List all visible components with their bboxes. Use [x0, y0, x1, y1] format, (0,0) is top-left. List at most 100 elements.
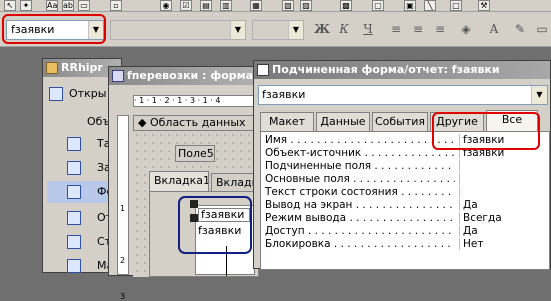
pointer-icon[interactable]: ↖	[4, 0, 16, 11]
macro-icon	[67, 259, 81, 273]
size-combo[interactable]: ▼	[252, 20, 304, 40]
form-window-title: fперевозки : форма	[127, 69, 254, 82]
ruler-mark: 3	[120, 292, 126, 301]
database-icon	[46, 62, 58, 74]
align-left-icon[interactable]: ≡	[386, 18, 406, 40]
toggle-tool-icon[interactable]: ▫	[110, 0, 122, 11]
property-name: Доступ	[265, 225, 455, 237]
form-icon	[67, 185, 81, 199]
italic-button[interactable]: К	[334, 18, 354, 40]
property-row[interactable]: Текст строки состояния	[261, 186, 549, 198]
tab-control-tool-icon[interactable]: ▢	[372, 0, 384, 11]
property-name: Имя	[265, 134, 455, 146]
property-sheet-icon	[257, 64, 269, 76]
border-icon[interactable]: ▭	[532, 18, 551, 40]
line-tool-icon[interactable]: ╲	[424, 0, 436, 11]
form-window-titlebar[interactable]: fперевозки : форма	[109, 67, 257, 85]
font-color-icon[interactable]: A	[484, 18, 504, 40]
textbox-tool-icon[interactable]: ab	[62, 0, 74, 11]
page-break-tool-icon[interactable]: ▩	[340, 0, 352, 11]
formatting-toolbar: fзаявки ▼ ▼ ▼ Ж К Ч ≡ ≡ ≡ ◈ A ✎ ▭	[0, 12, 551, 47]
ruler-mark: 1	[120, 204, 126, 213]
subform-control[interactable]: fзаявки fзаявки	[190, 200, 255, 276]
resize-handle-icon[interactable]	[190, 214, 198, 222]
property-row[interactable]: Блокировка Нет	[261, 238, 549, 250]
font-combo[interactable]: ▼	[110, 20, 246, 40]
chevron-down-icon[interactable]: ▼	[230, 21, 245, 39]
property-value[interactable]: Нет	[459, 238, 549, 250]
align-right-icon[interactable]: ≡	[430, 18, 450, 40]
horizontal-ruler: · 1 · 1 · 2 · 1 · 3 · 1 · 4	[133, 95, 259, 107]
label-tool-icon[interactable]: Aa	[46, 0, 58, 11]
property-value[interactable]: Да	[459, 199, 549, 211]
tab-sobytiya[interactable]: События	[372, 112, 428, 131]
open-icon	[49, 87, 63, 101]
property-row[interactable]: Режим вывода Всегда	[261, 212, 549, 224]
rectangle-tool-icon[interactable]: □	[450, 0, 462, 11]
property-name: Вывод на экран	[265, 199, 455, 211]
image-tool-icon[interactable]: ▦	[250, 0, 262, 11]
checkbox-tool-icon[interactable]: ☑	[180, 0, 192, 11]
property-row[interactable]: Основные поля	[261, 173, 549, 185]
chevron-down-icon[interactable]: ▼	[288, 21, 303, 39]
chevron-down-icon[interactable]: ▼	[88, 21, 103, 39]
frame-tool-icon[interactable]: ▧	[282, 0, 294, 11]
listbox-tool-icon[interactable]: ▥	[220, 0, 232, 11]
db-item-tables[interactable]: Таб	[47, 133, 117, 155]
tab-dannye[interactable]: Данные	[316, 112, 370, 131]
open-button[interactable]: Откры	[47, 83, 106, 105]
property-sheet-titlebar[interactable]: Подчиненная форма/отчет: fзаявки	[254, 61, 550, 79]
tab-vkladka2[interactable]: Вкладк	[211, 173, 259, 193]
wizard-icon[interactable]: ✦	[20, 0, 32, 11]
property-row[interactable]: Имя fзаявки	[261, 134, 549, 146]
section-label: Область данных	[149, 116, 246, 129]
line-color-icon[interactable]: ✎	[510, 18, 530, 40]
subform-label: fзаявки	[198, 208, 250, 222]
property-row[interactable]: Подчиненные поля	[261, 160, 549, 172]
field-label-pole5[interactable]: Поле5	[175, 145, 215, 162]
object-combo[interactable]: fзаявки ▼	[6, 20, 104, 40]
tab-vkladka1[interactable]: Вкладка1	[149, 171, 209, 191]
fill-color-icon[interactable]: ◈	[456, 18, 476, 40]
tab-vse[interactable]: Все	[486, 110, 538, 132]
bold-button[interactable]: Ж	[312, 18, 332, 40]
property-value[interactable]	[459, 186, 549, 198]
property-value[interactable]: fзаявки	[459, 134, 549, 146]
db-item-forms[interactable]: Фо	[47, 181, 114, 203]
property-name: Режим вывода	[265, 212, 455, 224]
underline-button[interactable]: Ч	[358, 18, 378, 40]
property-row[interactable]: Объект-источник fзаявки	[261, 147, 549, 159]
property-name: Основные поля	[265, 173, 455, 185]
align-center-icon[interactable]: ≡	[408, 18, 428, 40]
open-label: Откры	[69, 87, 107, 100]
detail-section-bar[interactable]: ◆ Область данных	[133, 115, 259, 131]
property-list: Имя fзаявки Объект-источник fзаявки Подч…	[260, 131, 550, 270]
subform-tool-icon[interactable]: ▣	[404, 0, 416, 11]
property-value[interactable]: Да	[459, 225, 549, 237]
page-icon	[67, 235, 81, 249]
database-window-title: RRhipr	[61, 61, 103, 74]
property-row[interactable]: Доступ Да	[261, 225, 549, 237]
tab-maket[interactable]: Макет	[260, 112, 314, 131]
property-value[interactable]: fзаявки	[459, 147, 549, 159]
query-icon	[67, 161, 81, 175]
subform-field: fзаявки	[198, 224, 242, 237]
combo-tool-icon[interactable]: ▤	[200, 0, 212, 11]
ruler-mark: 2	[120, 256, 126, 265]
property-name: Блокировка	[265, 238, 455, 250]
property-name: Текст строки состояния	[265, 186, 455, 198]
bound-frame-tool-icon[interactable]: ▨	[300, 0, 312, 11]
move-handle-icon[interactable]	[190, 200, 198, 208]
more-controls-icon[interactable]: ⚒	[478, 0, 490, 11]
chevron-down-icon[interactable]: ▼	[531, 86, 547, 104]
db-item-macros[interactable]: Ма	[47, 255, 113, 277]
tab-drugie[interactable]: Другие	[430, 112, 484, 131]
property-value[interactable]	[459, 160, 549, 172]
vertical-ruler: 1 2 3	[117, 115, 129, 301]
property-row[interactable]: Вывод на экран Да	[261, 199, 549, 211]
option-tool-icon[interactable]: ◉	[160, 0, 172, 11]
property-value[interactable]: Всегда	[459, 212, 549, 224]
group-tool-icon[interactable]: ▭	[78, 0, 90, 11]
property-value[interactable]	[459, 173, 549, 185]
object-selector[interactable]: fзаявки ▼	[258, 85, 548, 105]
